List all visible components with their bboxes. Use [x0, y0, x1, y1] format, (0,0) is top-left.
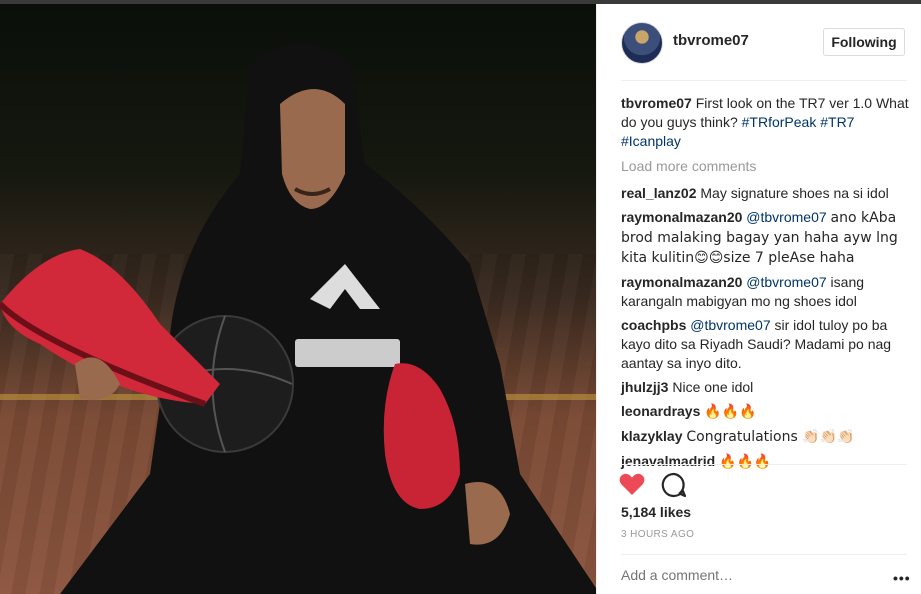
comment-username[interactable]: klazyklay [621, 428, 683, 444]
more-options-icon[interactable]: ••• [893, 570, 911, 586]
divider [621, 80, 907, 81]
comment: klazyklay Congratulations 👏🏻👏🏻👏🏻 [621, 427, 911, 447]
hashtag-link[interactable]: #TR7 [820, 114, 854, 130]
comment: coachpbs @tbvrome07 sir idol tuloy po ba… [621, 316, 911, 373]
athlete-illustration [0, 44, 596, 594]
comment-username[interactable]: jhulzjj3 [621, 379, 668, 395]
post-timestamp[interactable]: 3 HOURS AGO [621, 529, 694, 540]
comment-text: 🔥🔥🔥 [719, 454, 772, 470]
post-photo[interactable] [0, 4, 596, 594]
comment-text: Nice one idol [672, 379, 754, 395]
comment: jhulzjj3 Nice one idol [621, 378, 911, 397]
divider [621, 464, 907, 465]
mention-link[interactable]: @tbvrome07 [690, 317, 770, 333]
comment-username[interactable]: jenavalmadrid [621, 453, 715, 469]
comment-text: May signature shoes na si idol [700, 185, 889, 201]
following-button[interactable]: Following [823, 28, 905, 56]
comment: raymonalmazan20 @tbvrome07 isang karanga… [621, 273, 911, 311]
username-link[interactable]: tbvrome07 [673, 32, 749, 49]
comment-username[interactable]: raymonalmazan20 [621, 209, 742, 225]
speech-bubble-icon[interactable] [661, 472, 687, 503]
divider [621, 554, 907, 555]
mention-link[interactable]: @tbvrome07 [746, 274, 826, 290]
post-sidebar: tbvrome07 Following tbvrome07 First look… [596, 4, 921, 594]
avatar[interactable] [621, 22, 663, 64]
add-comment-input[interactable] [621, 567, 871, 583]
comment-username[interactable]: raymonalmazan20 [621, 274, 742, 290]
likes-count[interactable]: 5,184 likes [621, 504, 691, 520]
comment: raymonalmazan20 @tbvrome07 ano kAba brod… [621, 208, 911, 268]
comments-list: tbvrome07 First look on the TR7 ver 1.0 … [621, 94, 911, 477]
mention-link[interactable]: @tbvrome07 [746, 209, 826, 225]
caption: tbvrome07 First look on the TR7 ver 1.0 … [621, 94, 911, 151]
comment-text: Congratulations 👏🏻👏🏻👏🏻 [686, 429, 855, 445]
caption-username[interactable]: tbvrome07 [621, 95, 692, 111]
comment: jenavalmadrid 🔥🔥🔥 [621, 452, 911, 472]
load-more-comments[interactable]: Load more comments [621, 157, 911, 176]
heart-icon[interactable] [619, 472, 645, 501]
comment-username[interactable]: coachpbs [621, 317, 686, 333]
hashtag-link[interactable]: #Icanplay [621, 133, 681, 149]
comment-text: 🔥🔥🔥 [704, 404, 757, 420]
comment: leonardrays 🔥🔥🔥 [621, 402, 911, 422]
comment-username[interactable]: leonardrays [621, 403, 700, 419]
comment-username[interactable]: real_lanz02 [621, 185, 697, 201]
post-header: tbvrome07 Following [597, 4, 921, 82]
comment: real_lanz02 May signature shoes na si id… [621, 184, 911, 203]
hashtag-link[interactable]: #TRforPeak [742, 114, 817, 130]
